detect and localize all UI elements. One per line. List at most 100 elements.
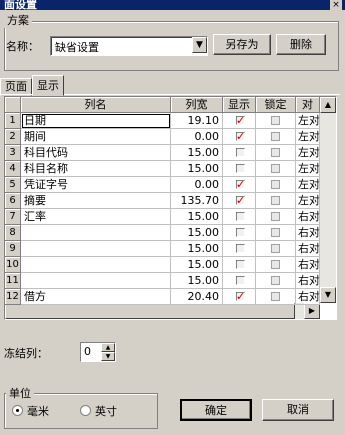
radio-inch-label[interactable]: 英寸 bbox=[95, 403, 117, 419]
col-header-show[interactable]: 显示 bbox=[223, 97, 256, 113]
lock-cell[interactable] bbox=[256, 257, 296, 273]
cancel-button[interactable]: 取消 bbox=[262, 399, 334, 421]
lock-checkbox[interactable] bbox=[271, 228, 280, 237]
show-cell[interactable] bbox=[223, 129, 256, 145]
lock-cell[interactable] bbox=[256, 241, 296, 257]
show-checkbox[interactable] bbox=[236, 212, 245, 221]
show-checkbox[interactable] bbox=[236, 164, 245, 173]
spin-up-icon[interactable]: ▲ bbox=[101, 343, 115, 352]
delete-button[interactable]: 删除 bbox=[276, 34, 326, 55]
column-width-cell[interactable]: 15.00 bbox=[171, 225, 223, 241]
lock-checkbox[interactable] bbox=[271, 132, 280, 141]
column-width-cell[interactable]: 0.00 bbox=[171, 129, 223, 145]
column-width-cell[interactable]: 15.00 bbox=[171, 241, 223, 257]
row-number[interactable]: 10 bbox=[5, 257, 21, 273]
lock-checkbox[interactable] bbox=[271, 164, 280, 173]
row-number[interactable]: 12 bbox=[5, 289, 21, 305]
column-name-cell[interactable]: 汇率 bbox=[21, 209, 171, 225]
show-cell[interactable] bbox=[223, 161, 256, 177]
show-cell[interactable] bbox=[223, 145, 256, 161]
show-checkbox[interactable] bbox=[236, 148, 245, 157]
align-cell[interactable]: 左对 bbox=[296, 113, 320, 129]
lock-checkbox[interactable] bbox=[271, 180, 280, 189]
align-cell[interactable]: 右对 bbox=[296, 273, 320, 289]
lock-checkbox[interactable] bbox=[271, 276, 280, 285]
align-cell[interactable]: 左对 bbox=[296, 177, 320, 193]
column-name-cell[interactable]: 借方 bbox=[21, 289, 171, 305]
freeze-columns-spinner[interactable]: 0 ▲ ▼ bbox=[80, 342, 116, 362]
row-number[interactable]: 5 bbox=[5, 177, 21, 193]
horizontal-scrollbar[interactable]: ▶ bbox=[5, 303, 320, 319]
align-cell[interactable]: 左对 bbox=[296, 161, 320, 177]
row-number[interactable]: 7 bbox=[5, 209, 21, 225]
column-name-cell[interactable]: 科目代码 bbox=[21, 145, 171, 161]
spin-down-icon[interactable]: ▼ bbox=[101, 352, 115, 361]
show-cell[interactable] bbox=[223, 209, 256, 225]
scheme-name-combo[interactable]: 缺省设置 ▼ bbox=[50, 36, 208, 56]
lock-cell[interactable] bbox=[256, 113, 296, 129]
show-checkbox[interactable] bbox=[236, 113, 245, 128]
row-number[interactable]: 6 bbox=[5, 193, 21, 209]
column-name-cell[interactable]: 凭证字号 bbox=[21, 177, 171, 193]
lock-checkbox[interactable] bbox=[271, 212, 280, 221]
align-cell[interactable]: 左对 bbox=[296, 145, 320, 161]
row-number[interactable]: 2 bbox=[5, 129, 21, 145]
show-cell[interactable] bbox=[223, 225, 256, 241]
align-cell[interactable]: 右对 bbox=[296, 225, 320, 241]
row-number[interactable]: 3 bbox=[5, 145, 21, 161]
show-cell[interactable] bbox=[223, 289, 256, 305]
chevron-down-icon[interactable]: ▼ bbox=[192, 37, 207, 53]
column-width-cell[interactable]: 15.00 bbox=[171, 257, 223, 273]
lock-cell[interactable] bbox=[256, 177, 296, 193]
show-checkbox[interactable] bbox=[236, 177, 245, 192]
column-name-cell[interactable]: 科目名称 bbox=[21, 161, 171, 177]
align-cell[interactable]: 左对 bbox=[296, 193, 320, 209]
lock-cell[interactable] bbox=[256, 289, 296, 305]
lock-checkbox[interactable] bbox=[271, 292, 280, 301]
lock-checkbox[interactable] bbox=[271, 196, 280, 205]
column-width-cell[interactable]: 15.00 bbox=[171, 209, 223, 225]
lock-cell[interactable] bbox=[256, 273, 296, 289]
align-cell[interactable]: 右对 bbox=[296, 289, 320, 305]
lock-cell[interactable] bbox=[256, 145, 296, 161]
show-cell[interactable] bbox=[223, 241, 256, 257]
align-cell[interactable]: 右对 bbox=[296, 209, 320, 225]
align-cell[interactable]: 左对 bbox=[296, 129, 320, 145]
lock-cell[interactable] bbox=[256, 193, 296, 209]
column-name-cell[interactable] bbox=[21, 225, 171, 241]
show-cell[interactable] bbox=[223, 177, 256, 193]
col-header-align[interactable]: 对 bbox=[296, 97, 320, 113]
scroll-down-icon[interactable]: ▼ bbox=[320, 287, 336, 303]
row-number[interactable]: 9 bbox=[5, 241, 21, 257]
row-number[interactable]: 4 bbox=[5, 161, 21, 177]
col-header-lock[interactable]: 锁定 bbox=[256, 97, 296, 113]
lock-cell[interactable] bbox=[256, 129, 296, 145]
show-checkbox[interactable] bbox=[236, 193, 245, 208]
scroll-thumb[interactable] bbox=[5, 303, 295, 319]
align-cell[interactable]: 右对 bbox=[296, 257, 320, 273]
ok-button[interactable]: 确定 bbox=[180, 399, 252, 421]
column-name-cell[interactable]: 摘要 bbox=[21, 193, 171, 209]
vertical-scrollbar[interactable]: ▲ ▼ bbox=[320, 97, 336, 303]
lock-checkbox[interactable] bbox=[271, 148, 280, 157]
show-cell[interactable] bbox=[223, 193, 256, 209]
show-checkbox[interactable] bbox=[236, 260, 245, 269]
row-number[interactable]: 8 bbox=[5, 225, 21, 241]
column-grid[interactable]: 列名 列宽 显示 锁定 对 ▲ ▼ ▶ 1日期19.10左对2期间0.00左对3… bbox=[4, 96, 337, 320]
lock-checkbox[interactable] bbox=[271, 260, 280, 269]
show-cell[interactable] bbox=[223, 273, 256, 289]
column-width-cell[interactable]: 15.00 bbox=[171, 161, 223, 177]
column-width-cell[interactable]: 0.00 bbox=[171, 177, 223, 193]
col-header-name[interactable]: 列名 bbox=[21, 97, 171, 113]
col-header-width[interactable]: 列宽 bbox=[171, 97, 223, 113]
tab-display[interactable]: 显示 bbox=[32, 75, 64, 96]
column-name-cell[interactable] bbox=[21, 241, 171, 257]
scroll-up-icon[interactable]: ▲ bbox=[320, 97, 336, 113]
lock-cell[interactable] bbox=[256, 209, 296, 225]
column-name-cell[interactable] bbox=[21, 273, 171, 289]
scroll-right-icon[interactable]: ▶ bbox=[304, 303, 320, 319]
lock-cell[interactable] bbox=[256, 161, 296, 177]
radio-millimeter[interactable] bbox=[12, 405, 23, 416]
lock-cell[interactable] bbox=[256, 225, 296, 241]
column-width-cell[interactable]: 15.00 bbox=[171, 145, 223, 161]
